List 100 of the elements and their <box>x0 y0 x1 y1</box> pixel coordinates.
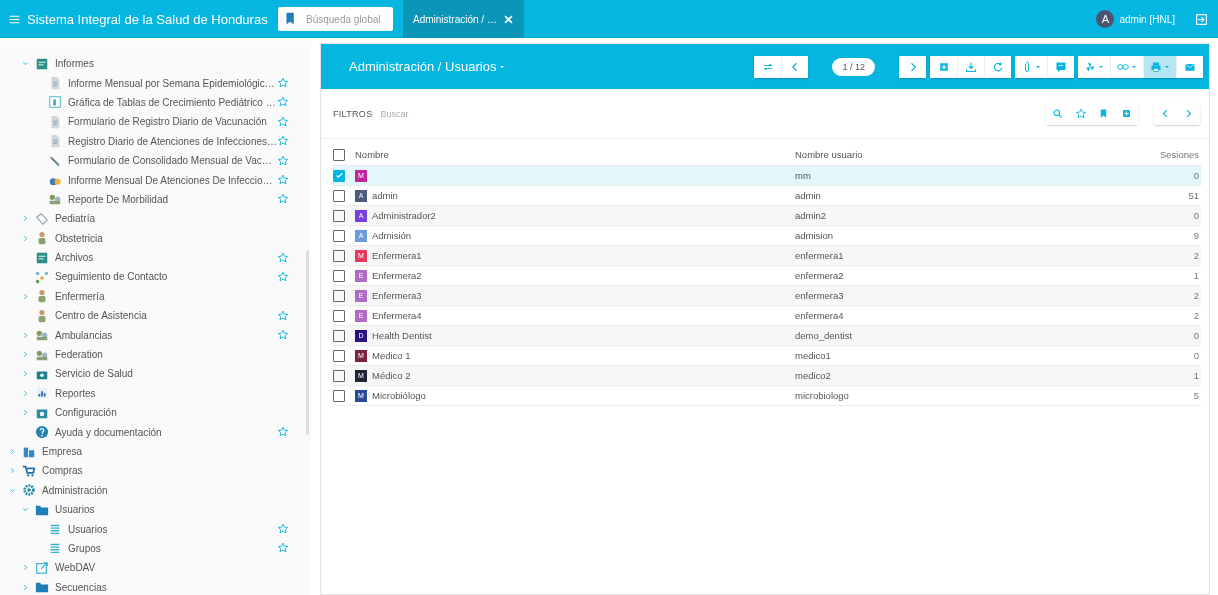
previous-button[interactable] <box>781 55 809 78</box>
toolbar-button[interactable] <box>1047 55 1074 78</box>
tree-item[interactable]: Informe Mensual De Atenciones De Infeccio… <box>0 170 303 190</box>
tree-item[interactable]: WebDAV <box>0 558 303 578</box>
toolbar-button[interactable] <box>984 55 1011 78</box>
search-icon <box>1052 108 1063 119</box>
table-cell: Médico 2 <box>372 370 411 381</box>
star-icon <box>277 329 289 342</box>
list-icon <box>48 522 62 537</box>
chevron-right-icon <box>8 447 17 456</box>
table-cell: Microbiólogo <box>372 390 426 401</box>
star-icon <box>277 135 289 148</box>
tree-item[interactable]: Reporte De Morbilidad <box>0 189 303 210</box>
refresh-icon <box>992 60 1004 73</box>
toolbar-button[interactable] <box>930 55 957 78</box>
row-checkbox[interactable] <box>333 329 345 342</box>
table-cell-text: admin2 <box>795 210 828 221</box>
tree-item[interactable]: Ambulancias <box>0 325 303 345</box>
tree-item[interactable]: Federation <box>0 344 303 365</box>
tree-item[interactable]: Archivos <box>0 247 303 268</box>
star-icon <box>277 271 289 283</box>
tree-item[interactable]: Empresa <box>0 441 303 462</box>
row-checkbox[interactable] <box>333 349 345 362</box>
row-checkbox[interactable] <box>333 289 345 302</box>
chevron-right-icon <box>21 291 30 301</box>
column-header[interactable]: Nombre <box>355 149 795 160</box>
tree-item[interactable]: Pediatría <box>0 209 303 229</box>
table-cell-text: 2 <box>1192 310 1200 321</box>
tree-item[interactable]: Seguimiento de Contacto <box>0 267 303 287</box>
global-search-field[interactable]: Búsqueda global <box>278 7 393 31</box>
table-cell-text: 0 <box>1192 210 1200 221</box>
star-icon <box>1074 107 1087 120</box>
toolbar-button[interactable] <box>1078 55 1110 78</box>
tree-item[interactable]: Informe Mensual por Semana Epidemiológic… <box>0 73 303 93</box>
toolbar-button[interactable] <box>1015 55 1047 78</box>
caret-icon <box>499 63 506 70</box>
star-icon <box>277 251 289 264</box>
folder-icon <box>35 580 49 595</box>
tree-item[interactable]: Secuencias <box>0 577 303 595</box>
table-cell-text: 2 <box>1192 290 1200 301</box>
filters-label: FILTROS <box>333 108 373 119</box>
table-cell: Enfermera4 <box>372 310 422 321</box>
table-cell-text: medico2 <box>795 370 832 381</box>
tree-item[interactable]: Centro de Asistencia <box>0 306 303 326</box>
table-cell-text: admision <box>795 230 835 241</box>
table-cell-text: medico1 <box>795 350 832 361</box>
row-checkbox[interactable] <box>333 189 345 202</box>
toolbar-button[interactable] <box>957 55 984 78</box>
row-checkbox[interactable] <box>333 249 345 262</box>
toolbar-button[interactable] <box>1110 55 1143 78</box>
list-icon <box>48 541 62 556</box>
table-cell-text: enfermera3 <box>795 290 845 301</box>
row-checkbox[interactable] <box>333 389 345 402</box>
tree-item[interactable]: Grupos <box>0 538 303 559</box>
tree-item[interactable]: Informes <box>0 54 303 74</box>
tree-item[interactable]: Reportes <box>0 383 303 404</box>
row-checkbox[interactable] <box>333 169 345 182</box>
comment-icon <box>1055 60 1067 73</box>
tab[interactable]: Administración / … <box>403 0 524 38</box>
table-cell: Admisión <box>372 230 412 241</box>
toolbar-button[interactable] <box>1176 55 1203 78</box>
tree-item[interactable]: Formulario de Consolidado Mensual de Vac… <box>0 150 303 171</box>
tree-item[interactable]: Configuración <box>0 403 303 423</box>
tree-item[interactable]: Ayuda y documentación <box>0 422 303 442</box>
star-icon <box>277 193 289 206</box>
tree-item[interactable]: Obstetricia <box>0 228 303 248</box>
column-header[interactable]: Nombre usuario <box>795 149 1121 160</box>
tree-item[interactable]: Formulario de Registro Diario de Vacunación <box>0 112 303 132</box>
add-icon <box>937 60 950 73</box>
table-cell-text: 0 <box>1192 330 1200 341</box>
user-avatar[interactable]: A <box>1096 10 1115 28</box>
tree-item[interactable]: Usuarios <box>0 500 303 520</box>
toolbar-button[interactable] <box>754 55 782 78</box>
tree-item[interactable]: Usuarios <box>0 519 303 539</box>
caret-icon <box>1131 63 1137 70</box>
table-cell: Administrador2 <box>372 210 436 221</box>
row-checkbox[interactable] <box>333 229 345 242</box>
toolbar-button[interactable] <box>1143 55 1176 78</box>
next-button[interactable] <box>899 55 926 78</box>
add-icon <box>1121 108 1132 119</box>
page-counter: 1 / 12 <box>832 57 875 76</box>
tree-item[interactable]: Registro Diario de Atenciones de Infecciones… <box>0 131 303 151</box>
tree-item[interactable]: Administración <box>0 480 303 500</box>
row-checkbox[interactable] <box>333 309 345 322</box>
column-header[interactable]: Sesiones <box>1121 149 1201 160</box>
row-checkbox[interactable] <box>333 209 345 222</box>
fan-icon <box>1084 60 1096 73</box>
tree-item[interactable]: Servicio de Salud <box>0 364 303 384</box>
caret-icon <box>1164 63 1170 70</box>
tag-icon <box>35 211 49 226</box>
help-icon <box>35 425 49 440</box>
select-all-checkbox[interactable] <box>333 148 345 161</box>
star-icon <box>277 309 289 322</box>
row-checkbox[interactable] <box>333 369 345 382</box>
tree-item[interactable]: Compras <box>0 461 303 481</box>
tree-item[interactable]: Enfermería <box>0 286 303 307</box>
row-checkbox[interactable] <box>333 269 345 282</box>
tree-item[interactable]: Gráfica de Tablas de Crecimiento Pediátrico … <box>0 92 303 113</box>
bookmark-icon <box>1098 108 1109 119</box>
table-cell-text: mm <box>795 170 812 181</box>
